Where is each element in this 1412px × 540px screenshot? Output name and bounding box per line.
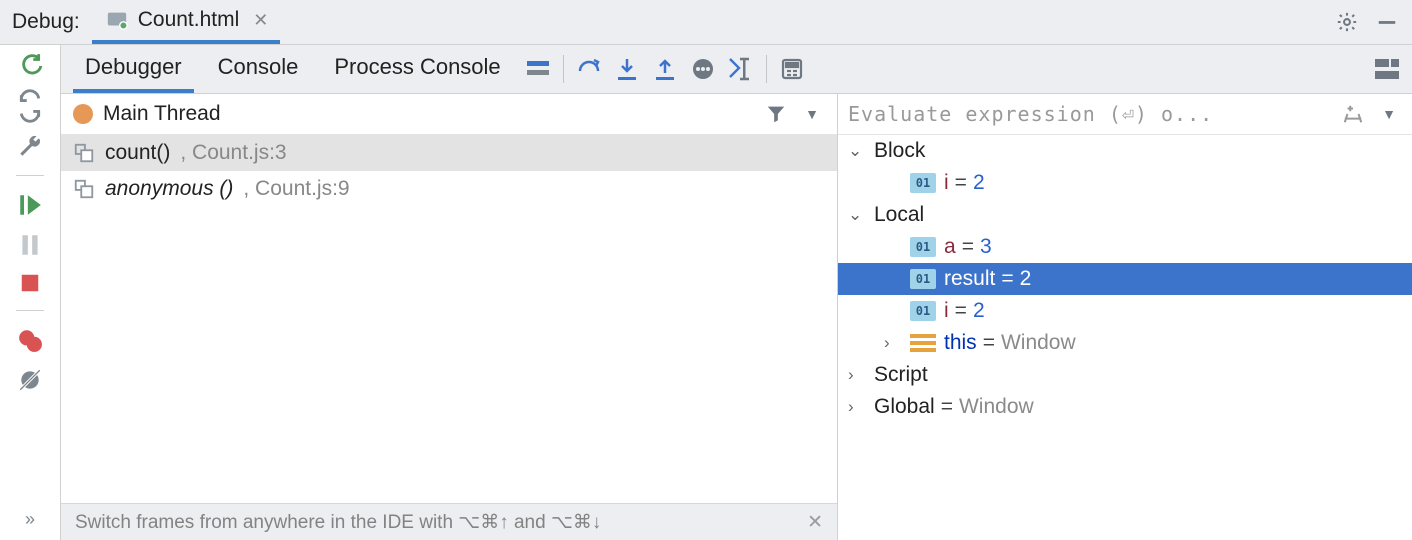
debug-toolbar: Debugger Console Process Console (61, 45, 1412, 94)
more-icon[interactable]: » (25, 509, 35, 530)
number-badge-icon: 01 (910, 237, 936, 257)
scope-name: Script (874, 363, 928, 387)
frame-function: count() (105, 141, 170, 165)
scope-name: Block (874, 139, 925, 163)
tab-process-console[interactable]: Process Console (322, 45, 512, 93)
evaluate-icon[interactable] (779, 56, 805, 82)
frame-icon (73, 142, 95, 164)
object-icon (910, 333, 936, 353)
scope-name: Local (874, 203, 924, 227)
close-icon[interactable]: ✕ (253, 10, 268, 31)
var-name: a (944, 235, 956, 259)
file-tab-title: Count.html (138, 8, 240, 32)
step-out-icon[interactable] (652, 56, 678, 82)
scope-node[interactable]: ⌄ Local (838, 199, 1412, 231)
wrench-icon[interactable] (17, 133, 43, 159)
variable-node[interactable]: ›this=Window (838, 327, 1412, 359)
scope-node[interactable]: ⌄ Block (838, 135, 1412, 167)
step-into-icon[interactable] (614, 56, 640, 82)
chevron-icon: › (848, 397, 868, 417)
hint-text: Switch frames from anywhere in the IDE w… (75, 511, 601, 534)
var-name: this (944, 331, 977, 355)
view-breakpoints-icon[interactable] (690, 56, 716, 82)
chevron-icon: ⌄ (848, 141, 868, 161)
var-value: 2 (973, 299, 985, 323)
run-to-cursor-icon[interactable] (728, 56, 754, 82)
var-value: 2 (1020, 267, 1032, 291)
thread-name: Main Thread (103, 102, 221, 126)
chevron-icon: › (884, 333, 904, 353)
var-value: 3 (980, 235, 992, 259)
var-value: Window (1001, 331, 1076, 355)
pause-icon[interactable] (17, 232, 43, 258)
number-badge-icon: 01 (910, 269, 936, 289)
resume-icon[interactable] (17, 192, 43, 218)
number-badge-icon: 01 (910, 173, 936, 193)
refresh-icon[interactable] (17, 93, 43, 119)
var-name: result (944, 267, 995, 291)
debug-label: Debug: (0, 10, 92, 34)
scope-value: Window (959, 395, 1034, 419)
chevron-down-icon[interactable]: ▼ (1376, 101, 1402, 127)
variable-node[interactable]: 01a=3 (838, 231, 1412, 263)
thread-status-icon (73, 104, 93, 124)
stack-frame[interactable]: count() , Count.js:3 (61, 135, 837, 171)
file-tab[interactable]: Count.html ✕ (92, 0, 281, 44)
html-file-icon (104, 7, 130, 33)
frame-location: , Count.js:9 (243, 177, 349, 201)
step-over-icon[interactable] (576, 56, 602, 82)
chevron-down-icon[interactable]: ▼ (799, 101, 825, 127)
threads-icon[interactable] (525, 56, 551, 82)
variables-panel: Evaluate expression (⏎) o... ▼ ⌄ Block 01i… (838, 94, 1412, 540)
scope-name: Global (874, 395, 935, 419)
scope-node[interactable]: › Script (838, 359, 1412, 391)
stop-icon[interactable] (19, 272, 41, 294)
mute-breakpoints-icon[interactable] (17, 367, 43, 393)
debug-gutter: » (0, 45, 61, 540)
close-hint-icon[interactable]: ✕ (807, 511, 823, 534)
chevron-icon: ⌄ (848, 205, 868, 225)
stack-frame[interactable]: anonymous () , Count.js:9 (61, 171, 837, 207)
layout-icon[interactable] (1374, 56, 1400, 82)
filter-icon[interactable] (763, 101, 789, 127)
add-watch-icon[interactable] (1340, 101, 1366, 127)
hint-bar: Switch frames from anywhere in the IDE w… (61, 503, 837, 540)
window-header: Debug: Count.html ✕ (0, 0, 1412, 45)
variable-node[interactable]: 01result=2 (838, 263, 1412, 295)
minimize-icon[interactable] (1374, 9, 1400, 35)
frame-location: , Count.js:3 (180, 141, 286, 165)
tab-debugger[interactable]: Debugger (73, 45, 194, 93)
evaluate-input[interactable]: Evaluate expression (⏎) o... (848, 102, 1330, 126)
scope-node[interactable]: ›Global=Window (838, 391, 1412, 423)
variable-node[interactable]: 01i=2 (838, 167, 1412, 199)
number-badge-icon: 01 (910, 301, 936, 321)
gear-icon[interactable] (1334, 9, 1360, 35)
frames-panel: Main Thread ▼ count() , Count.js:3 anonymo… (61, 94, 838, 540)
frame-function: anonymous () (105, 177, 233, 201)
var-value: 2 (973, 171, 985, 195)
breakpoints-icon[interactable] (17, 327, 43, 353)
frame-icon (73, 178, 95, 200)
variable-node[interactable]: 01i=2 (838, 295, 1412, 327)
thread-header: Main Thread ▼ (61, 94, 837, 135)
rerun-icon[interactable] (17, 53, 43, 79)
chevron-icon: › (848, 365, 868, 385)
tab-console[interactable]: Console (206, 45, 311, 93)
